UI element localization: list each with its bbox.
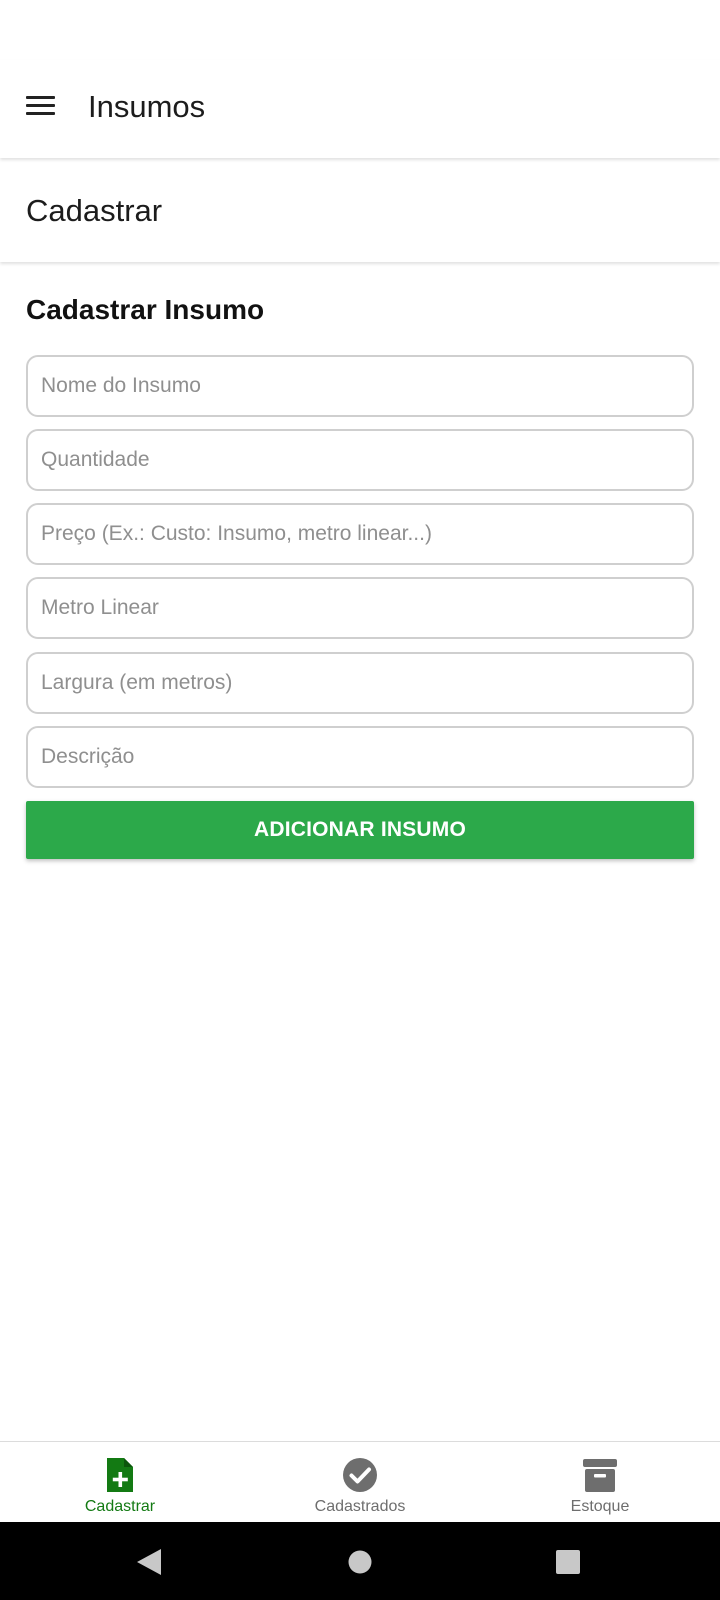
section-title: Cadastrar (26, 193, 163, 228)
quantidade-input[interactable] (26, 429, 694, 491)
file-plus-icon (107, 1458, 133, 1492)
back-triangle-icon[interactable] (136, 1548, 162, 1576)
home-circle-icon[interactable] (348, 1550, 372, 1574)
preco-input[interactable] (26, 503, 694, 565)
nav-item-estoque[interactable]: Estoque (480, 1442, 720, 1523)
nav-item-cadastrar[interactable]: Cadastrar (0, 1442, 240, 1523)
archive-box-icon (583, 1459, 617, 1492)
largura-input[interactable] (26, 652, 694, 714)
app-bar: Insumos (0, 60, 720, 158)
nav-label-estoque: Estoque (570, 1498, 630, 1515)
nav-label-cadastrar: Cadastrar (84, 1498, 156, 1515)
section-header: Cadastrar (0, 158, 720, 262)
nav-label-cadastrados: Cadastrados (314, 1498, 406, 1515)
form-title: Cadastrar Insumo (26, 294, 265, 325)
recents-square-icon[interactable] (556, 1550, 580, 1574)
system-navigation-bar (0, 1522, 720, 1600)
hamburger-menu-icon[interactable] (20, 86, 60, 126)
descricao-input[interactable] (26, 726, 694, 788)
add-insumo-button[interactable]: ADICIONAR INSUMO (26, 801, 694, 859)
status-bar (0, 0, 720, 60)
metro-linear-input[interactable] (26, 577, 694, 639)
bottom-navigation: Cadastrar Cadastrados Estoque (0, 1441, 720, 1522)
nav-item-cadastrados[interactable]: Cadastrados (240, 1442, 480, 1523)
nome-insumo-input[interactable] (26, 355, 694, 417)
app-title: Insumos (88, 89, 206, 124)
check-circle-icon (343, 1458, 377, 1492)
